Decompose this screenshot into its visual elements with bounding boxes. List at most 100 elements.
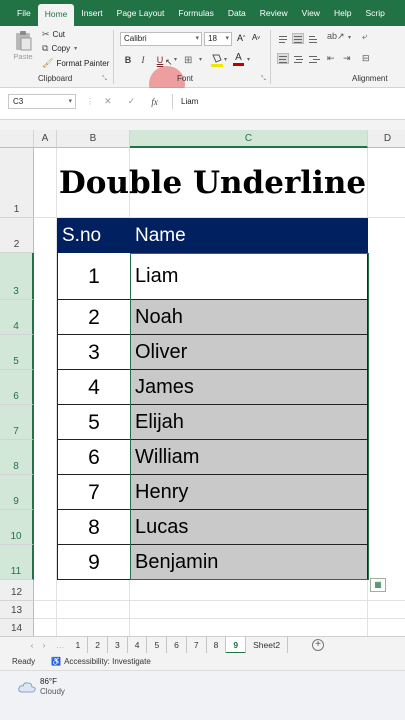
font-launcher-icon[interactable]: ⤡ xyxy=(261,76,266,83)
sheet-title[interactable]: Double Underline xyxy=(57,150,368,216)
align-right-icon[interactable] xyxy=(307,53,320,64)
chevron-down-icon[interactable]: ▾ xyxy=(348,34,351,41)
cancel-icon[interactable]: ✕ xyxy=(104,96,112,107)
chevron-down-icon[interactable]: ▾ xyxy=(224,56,227,63)
row-header-1[interactable]: 1 xyxy=(0,148,34,218)
fill-color-icon[interactable] xyxy=(211,53,223,67)
tab-data[interactable]: Data xyxy=(221,0,253,26)
chevron-right-icon[interactable]: › xyxy=(38,640,50,650)
add-sheet-icon[interactable]: + xyxy=(312,639,325,651)
merge-center-icon[interactable]: ⊟ xyxy=(362,53,370,64)
cell-sno[interactable]: 7 xyxy=(57,475,130,510)
cell-sno[interactable]: 8 xyxy=(57,510,130,545)
column-header-b[interactable]: B xyxy=(57,130,130,148)
align-top-icon[interactable] xyxy=(277,33,289,44)
cell-sno[interactable]: 2 xyxy=(57,300,130,335)
cell-sno[interactable]: 3 xyxy=(57,335,130,370)
clipboard-launcher-icon[interactable]: ⤡ xyxy=(102,76,107,83)
chevron-down-icon[interactable]: ▾ xyxy=(247,56,250,63)
column-header-d[interactable]: D xyxy=(368,130,405,148)
wrap-text-icon[interactable]: ⤶ xyxy=(362,31,367,42)
tab-script[interactable]: Scrip xyxy=(358,0,391,26)
row-header-6[interactable]: 6 xyxy=(0,370,34,405)
sheet-tab[interactable]: 8 xyxy=(207,636,227,654)
sheet-tab-active[interactable]: 9 xyxy=(226,636,247,654)
row-header-14[interactable]: 14 xyxy=(0,619,34,636)
font-name-select[interactable]: Calibri ▾ xyxy=(120,32,202,46)
tab-formulas[interactable]: Formulas xyxy=(171,0,220,26)
cell-sno[interactable]: 4 xyxy=(57,370,130,405)
italic-button[interactable]: I xyxy=(136,53,150,67)
underline-dropdown-icon[interactable]: ▾ xyxy=(174,56,177,63)
weather-temp[interactable]: 86°F xyxy=(40,677,57,686)
format-painter-button[interactable]: 🖌 Format Painter xyxy=(42,58,109,69)
cell-name[interactable]: William xyxy=(130,440,368,475)
tab-page-layout[interactable]: Page Layout xyxy=(110,0,172,26)
sheet-tab[interactable]: 3 xyxy=(108,636,128,654)
header-cell-name[interactable]: Name xyxy=(130,218,368,253)
font-color-icon[interactable]: A xyxy=(233,52,244,66)
cell-sno[interactable]: 1 xyxy=(57,253,130,300)
row-header-7[interactable]: 7 xyxy=(0,405,34,440)
tab-home[interactable]: Home xyxy=(37,4,75,26)
increase-indent-icon[interactable]: ⇥ xyxy=(343,53,351,64)
align-middle-icon[interactable] xyxy=(292,33,304,44)
increase-font-size-icon[interactable]: A ^ xyxy=(237,33,245,43)
cell-sno[interactable]: 6 xyxy=(57,440,130,475)
sheet-tab[interactable]: 6 xyxy=(167,636,187,654)
chevron-left-icon[interactable]: ‹ xyxy=(26,640,38,650)
row-header-2[interactable]: 2 xyxy=(0,218,34,253)
cell-name[interactable]: Oliver xyxy=(130,335,368,370)
row-header-8[interactable]: 8 xyxy=(0,440,34,475)
tab-view[interactable]: View xyxy=(295,0,327,26)
header-cell-sno[interactable]: S.no xyxy=(57,218,130,253)
sheet-tab[interactable]: 1 xyxy=(69,636,89,654)
sheet-tab[interactable]: 7 xyxy=(187,636,207,654)
cut-button[interactable]: ✂ Cut xyxy=(42,29,65,40)
row-header-9[interactable]: 9 xyxy=(0,475,34,510)
weather-desc[interactable]: Cloudy xyxy=(40,687,65,696)
cell-sno[interactable]: 9 xyxy=(57,545,130,580)
select-all-corner[interactable] xyxy=(0,130,34,148)
formula-input[interactable]: Liam xyxy=(172,94,405,109)
chevron-down-icon[interactable]: ▾ xyxy=(199,56,202,63)
row-header-11[interactable]: 11 xyxy=(0,545,34,580)
tab-insert[interactable]: Insert xyxy=(74,0,109,26)
tab-help[interactable]: Help xyxy=(327,0,358,26)
tab-file[interactable]: File xyxy=(10,0,38,26)
sheet-tab[interactable]: 4 xyxy=(128,636,148,654)
align-center-icon[interactable] xyxy=(292,53,304,64)
cell-name[interactable]: Liam xyxy=(130,253,368,300)
sheet-tab[interactable]: 2 xyxy=(88,636,108,654)
row-header-13[interactable]: 13 xyxy=(0,601,34,619)
cell-name[interactable]: Lucas xyxy=(130,510,368,545)
borders-icon[interactable]: ⊞ xyxy=(184,55,192,66)
cell-name[interactable]: Elijah xyxy=(130,405,368,440)
enter-icon[interactable]: ✓ xyxy=(128,96,136,107)
decrease-font-size-icon[interactable]: Av xyxy=(252,33,260,42)
sheet-tab[interactable]: 5 xyxy=(147,636,168,654)
row-header-12[interactable]: 12 xyxy=(0,580,34,601)
orientation-icon[interactable]: ab↗ xyxy=(327,31,345,42)
row-header-10[interactable]: 10 xyxy=(0,510,34,545)
cell-name[interactable]: Benjamin xyxy=(130,545,368,580)
insert-function-icon[interactable]: fx xyxy=(151,97,158,107)
align-left-icon[interactable] xyxy=(277,53,289,64)
copy-button[interactable]: ⧉ Copy ▾ xyxy=(42,43,77,54)
column-header-c[interactable]: C xyxy=(130,130,368,148)
sheet-tab[interactable]: Sheet2 xyxy=(246,636,289,654)
cell-name[interactable]: Noah xyxy=(130,300,368,335)
decrease-indent-icon[interactable]: ⇤ xyxy=(327,53,335,64)
row-header-5[interactable]: 5 xyxy=(0,335,34,370)
cell-name[interactable]: Henry xyxy=(130,475,368,510)
row-header-4[interactable]: 4 xyxy=(0,300,34,335)
column-header-a[interactable]: A xyxy=(34,130,57,148)
paste-button[interactable]: Paste xyxy=(10,30,36,61)
bold-button[interactable]: B xyxy=(121,53,135,67)
tab-dots-icon[interactable]: … xyxy=(56,640,65,650)
font-size-select[interactable]: 18 ▾ xyxy=(204,32,232,46)
tab-review[interactable]: Review xyxy=(253,0,295,26)
row-header-3[interactable]: 3 xyxy=(0,253,34,300)
name-box[interactable]: C3 ▾ xyxy=(8,94,76,109)
align-bottom-icon[interactable] xyxy=(307,33,319,44)
